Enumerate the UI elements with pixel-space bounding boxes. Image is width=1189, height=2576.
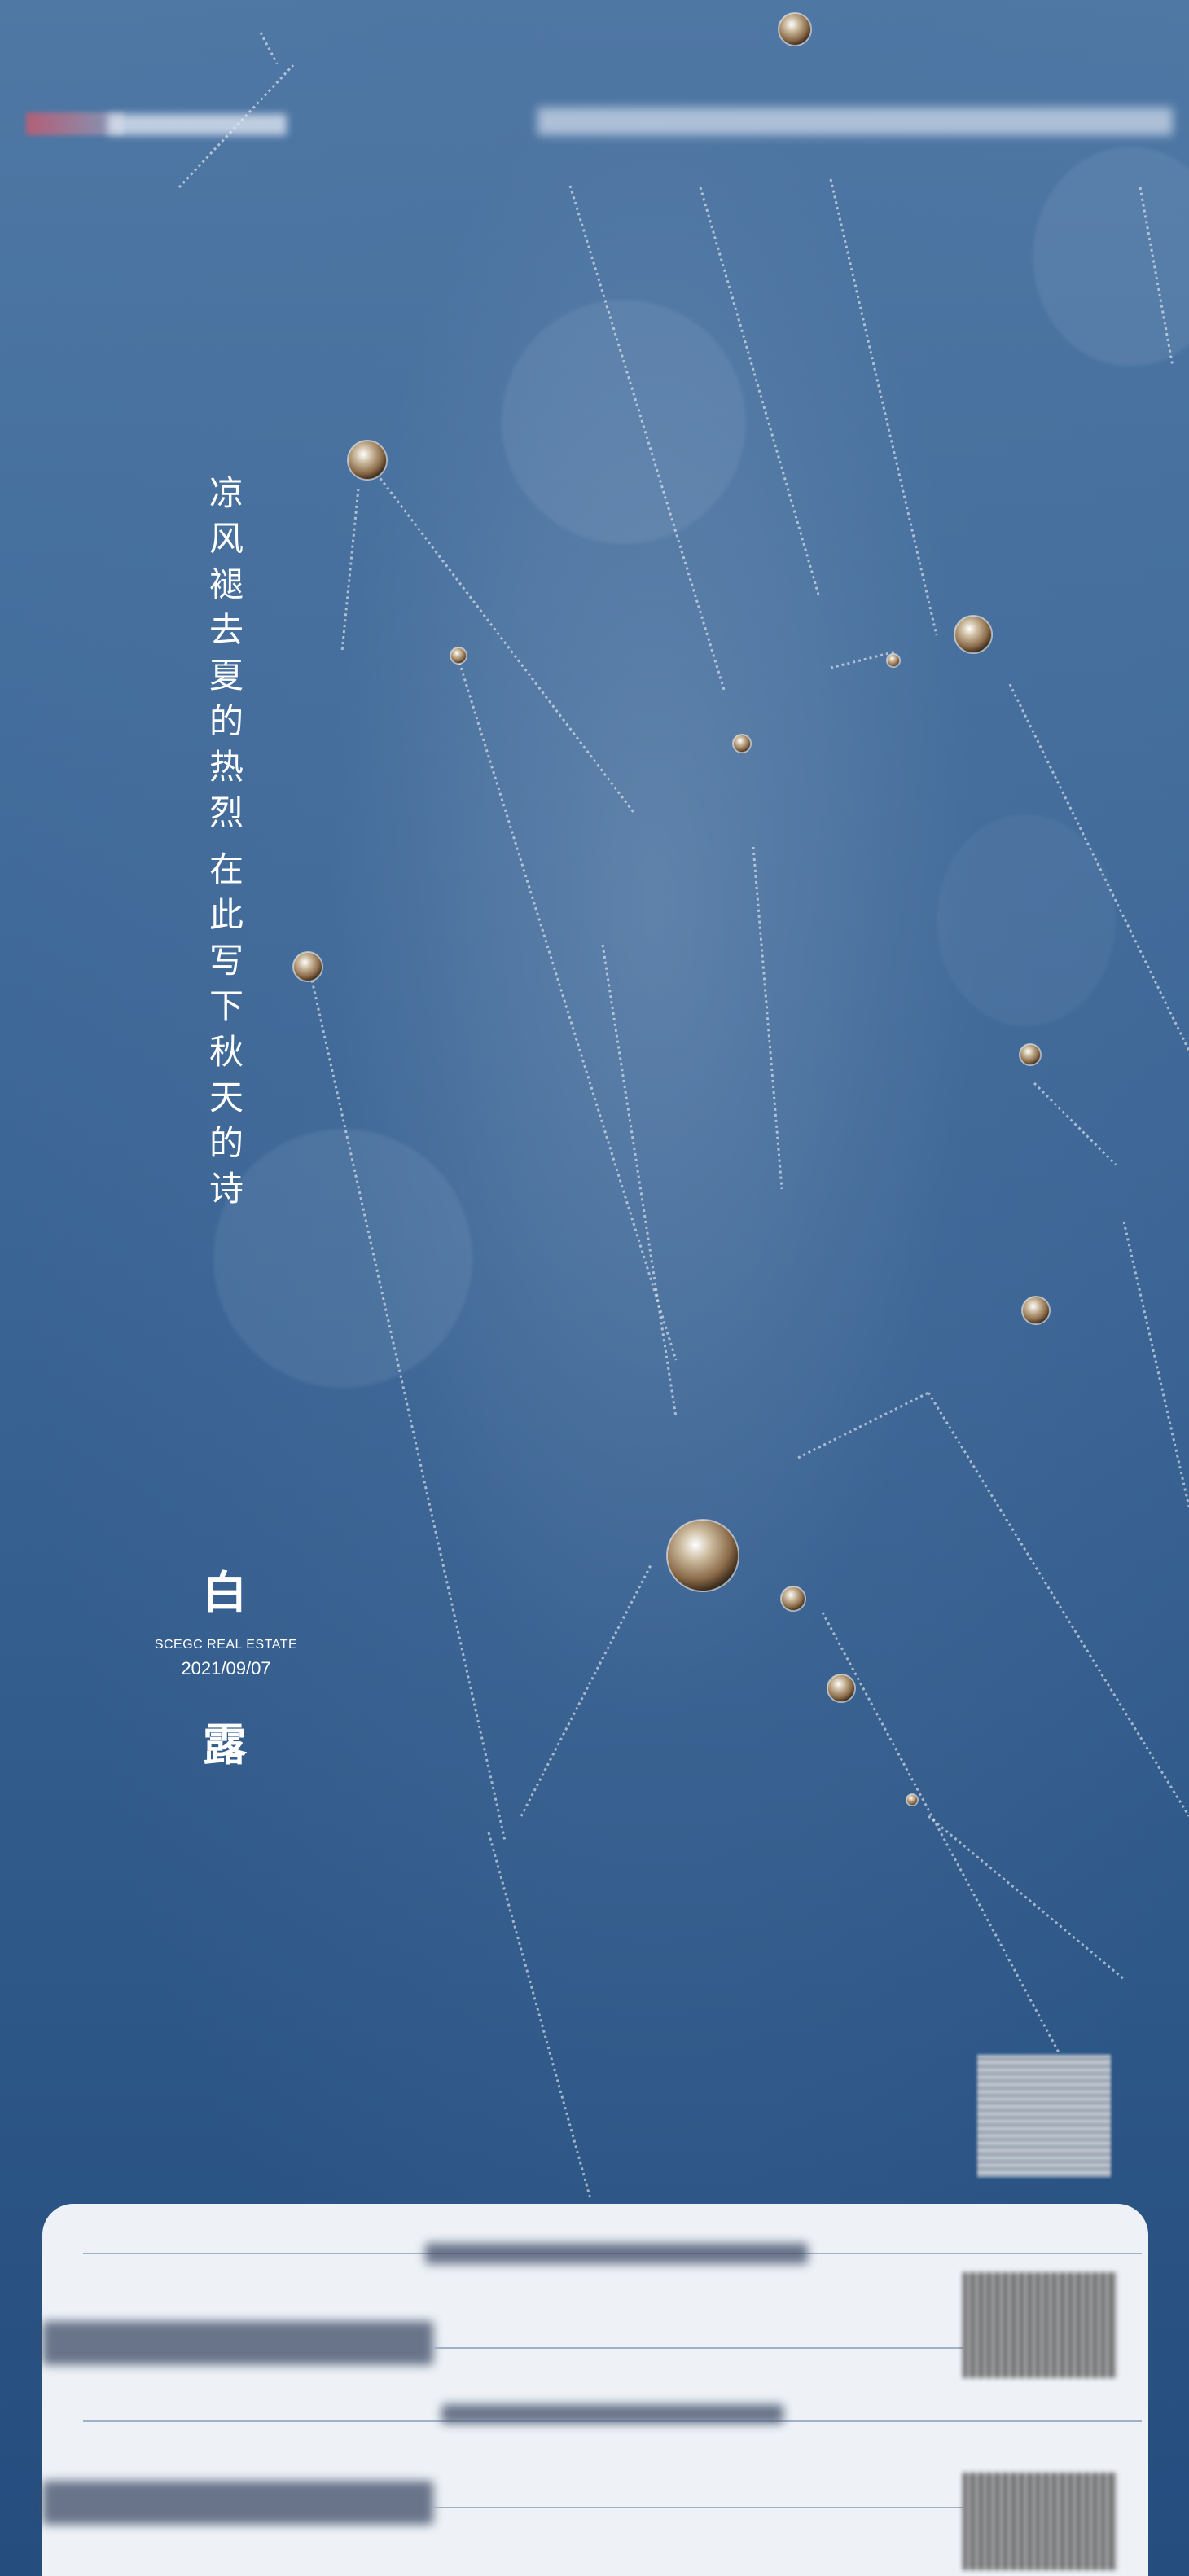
poem-char: 天 (208, 1077, 244, 1117)
header-bar-blurred (537, 108, 1173, 135)
blurred-text (42, 2481, 433, 2525)
poem-char: 写 (208, 941, 244, 981)
blurred-text (441, 2404, 783, 2424)
dew-drop (292, 951, 323, 982)
solar-term-poster: 凉 风 褪 去 夏 的 热 烈 在 此 写 下 秋 天 的 诗 白 SCEGC … (0, 0, 1189, 2576)
dew-drop (886, 653, 901, 668)
dew-drop (954, 615, 993, 654)
dew-drop (906, 1793, 919, 1806)
dew-drop (347, 440, 388, 481)
poem-char: 此 (208, 895, 244, 935)
solar-term-char-lu: 露 (203, 1719, 247, 1771)
vertical-poem: 凉 风 褪 去 夏 的 热 烈 在 此 写 下 秋 天 的 诗 (202, 471, 251, 1212)
dew-drop (732, 734, 752, 753)
info-card (42, 2204, 1148, 2576)
dew-drop (827, 1674, 856, 1703)
spider-web-illustration (178, 12, 1189, 2200)
blurred-barcode (963, 2272, 1117, 2378)
dew-drop (778, 12, 812, 46)
blurred-text (42, 2321, 433, 2365)
blurred-barcode (963, 2473, 1117, 2570)
dew-drop (1019, 1043, 1042, 1066)
blurred-text (425, 2243, 808, 2264)
qr-code-blurred (977, 2055, 1111, 2177)
dew-drop (780, 1586, 806, 1612)
header-logo-blurred (26, 106, 287, 142)
poem-char: 秋 (208, 1032, 244, 1072)
poem-char: 诗 (208, 1169, 244, 1209)
dew-drop (1021, 1296, 1051, 1325)
poem-char: 热 (208, 747, 244, 787)
poem-char: 风 (208, 519, 244, 559)
poster-date: 2021/09/07 (181, 1658, 271, 1679)
poem-char: 褪 (208, 564, 244, 604)
poem-char: 在 (208, 849, 244, 889)
poem-char: 下 (208, 986, 244, 1026)
divider (433, 2507, 963, 2508)
poem-char: 烈 (208, 792, 244, 832)
brand-name: SCEGC REAL ESTATE (154, 1638, 298, 1652)
poem-char: 凉 (208, 473, 244, 513)
poem-char: 的 (208, 701, 244, 741)
poem-char: 夏 (208, 656, 244, 696)
dew-drop (666, 1519, 739, 1592)
poem-char: 的 (208, 1123, 244, 1163)
divider (433, 2347, 963, 2349)
dew-drop (450, 647, 467, 665)
poem-char: 去 (208, 610, 244, 650)
solar-term-char-bai: 白 (203, 1567, 247, 1618)
